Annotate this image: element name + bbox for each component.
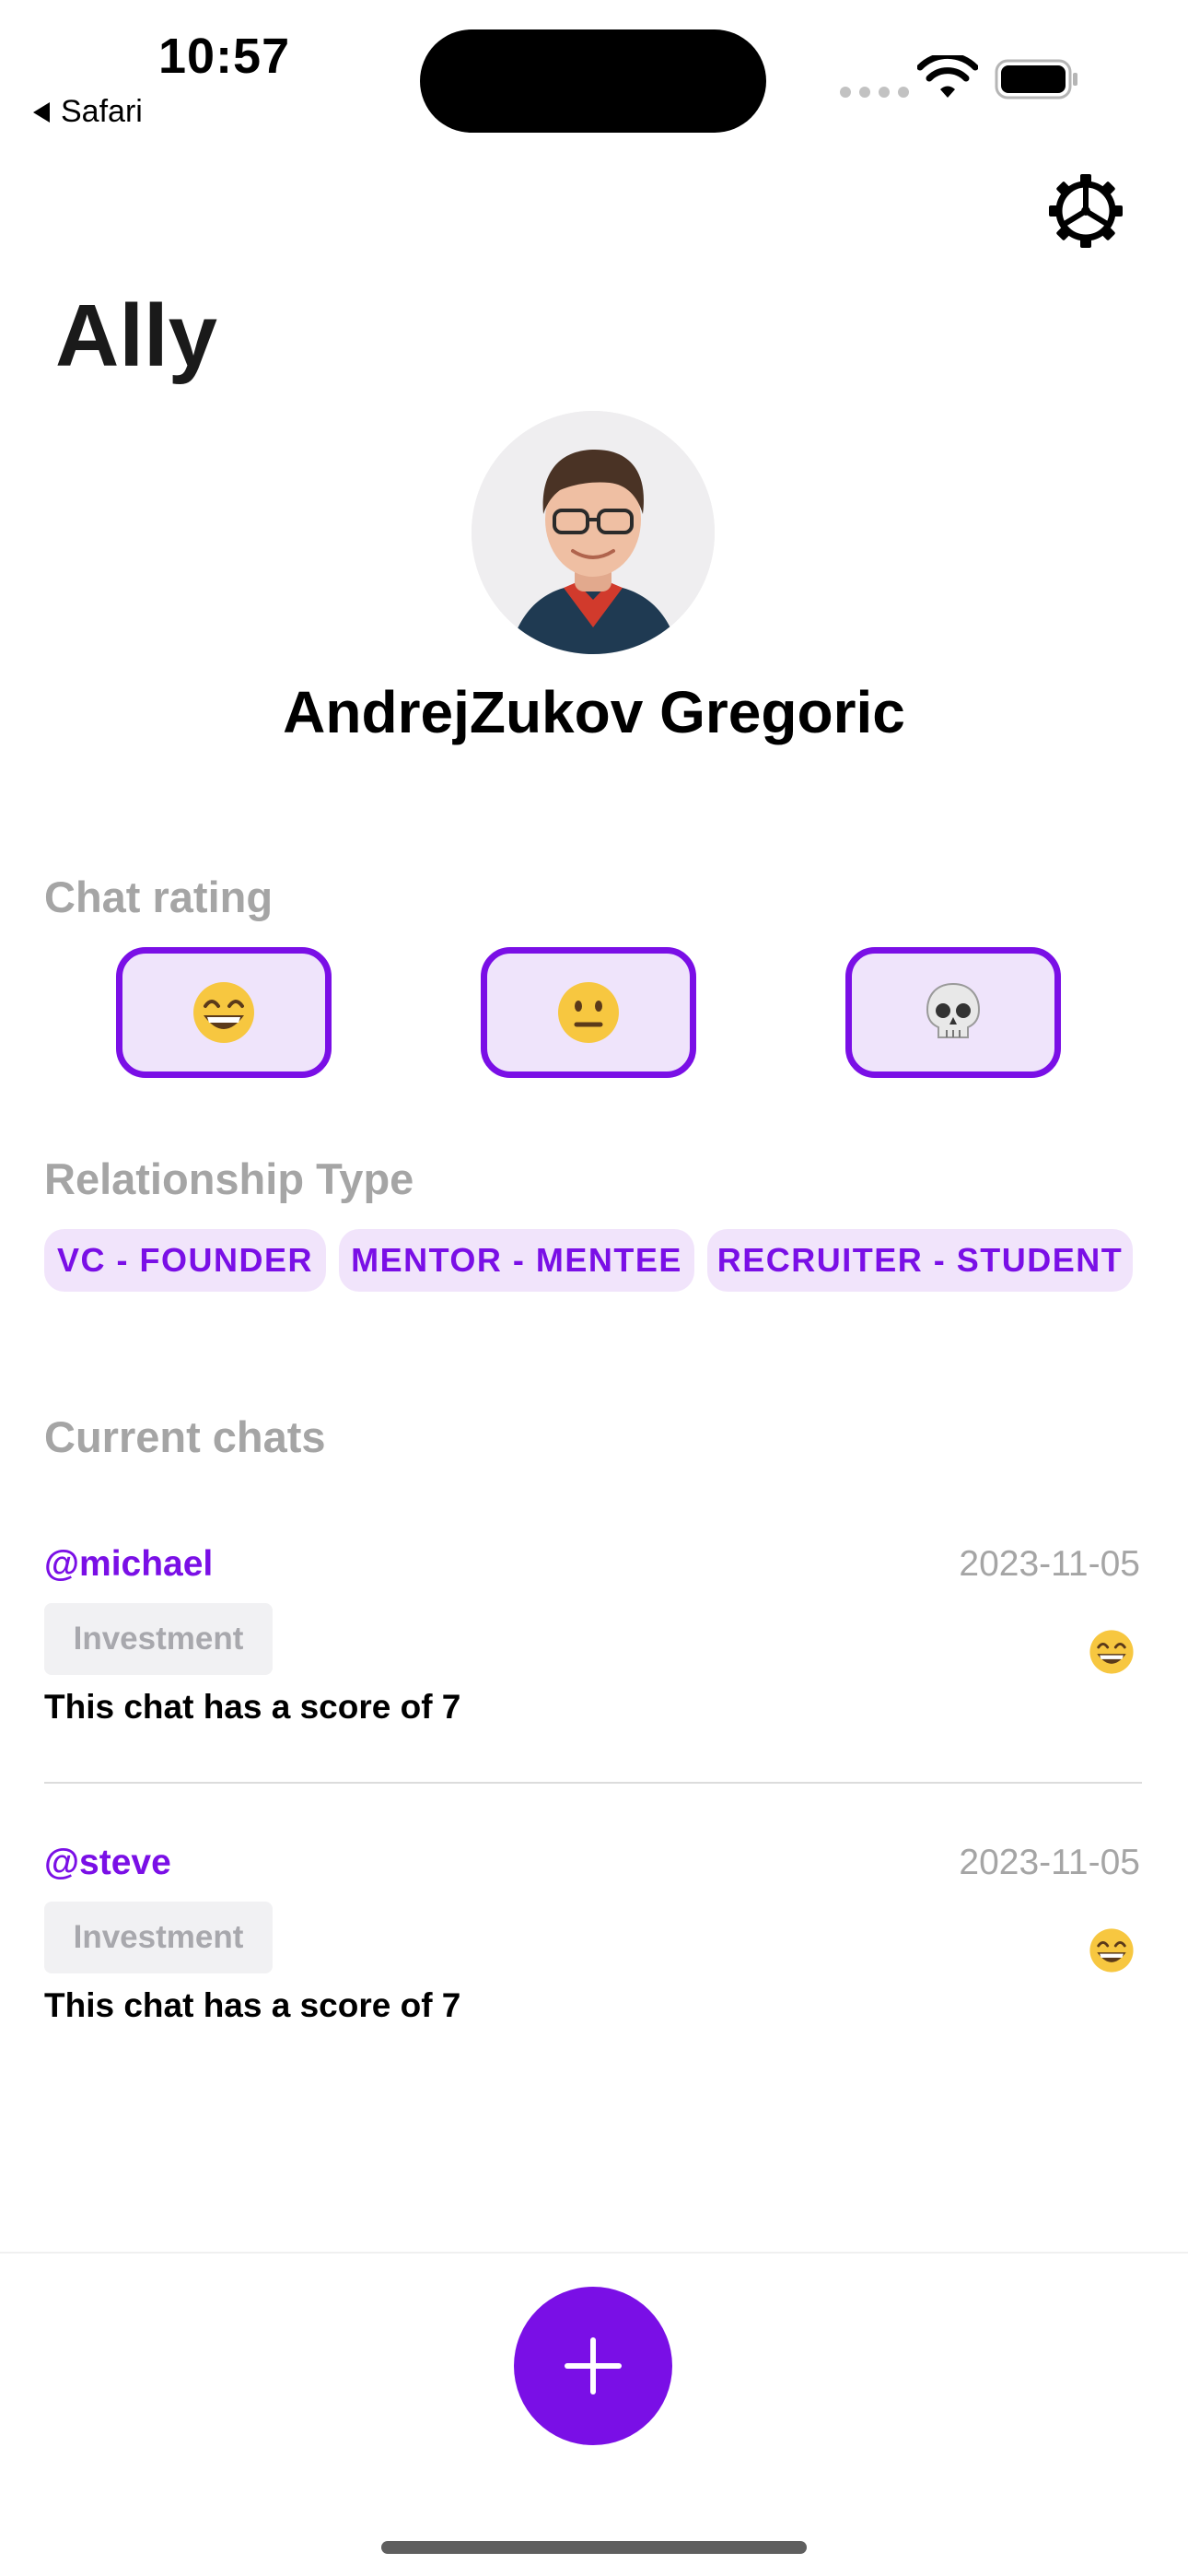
- back-to-safari-link[interactable]: Safari: [33, 94, 143, 130]
- page-title: Ally: [55, 287, 218, 385]
- chat-list-item[interactable]: @michael 2023-11-05 Investment This chat…: [44, 1544, 1140, 1738]
- plus-icon: [565, 2337, 622, 2395]
- chat-category-tag: Investment: [44, 1902, 273, 1973]
- chat-category-tag: Investment: [44, 1603, 273, 1675]
- status-time: 10:57: [158, 29, 291, 84]
- rating-neutral-button[interactable]: [481, 947, 696, 1078]
- chat-divider: [44, 1782, 1142, 1784]
- chat-rating-label: Chat rating: [44, 872, 274, 921]
- chat-date: 2023-11-05: [959, 1544, 1140, 1584]
- back-arrow-icon: [33, 101, 50, 123]
- cellular-signal-icon: [840, 87, 909, 98]
- chat-list-item[interactable]: @steve 2023-11-05 Investment This chat h…: [44, 1843, 1140, 2036]
- avatar: [472, 411, 715, 654]
- relationship-chip-mentor-mentee[interactable]: MENTOR - MENTEE: [339, 1229, 694, 1292]
- back-app-label: Safari: [61, 94, 143, 129]
- chat-date: 2023-11-05: [959, 1843, 1140, 1882]
- screen: 10:57 Safari Ally AndrejZukov Gregoric C…: [0, 0, 1188, 2576]
- battery-icon: [995, 59, 1077, 100]
- chat-score-text: This chat has a score of 7: [44, 1986, 461, 2024]
- relationship-chip-recruiter-student[interactable]: RECRUITER - STUDENT: [707, 1229, 1133, 1292]
- neutral-face-icon: [558, 982, 619, 1043]
- grinning-face-icon: [193, 982, 254, 1043]
- bottom-bar-divider: [0, 2252, 1188, 2254]
- add-chat-button[interactable]: [514, 2287, 672, 2445]
- grinning-face-icon: [1089, 1928, 1134, 1973]
- rating-skull-button[interactable]: [845, 947, 1061, 1078]
- gear-icon: [1049, 174, 1123, 248]
- rating-happy-button[interactable]: [116, 947, 332, 1078]
- dynamic-island: [420, 29, 766, 133]
- home-indicator[interactable]: [381, 2541, 807, 2554]
- relationship-chip-vc-founder[interactable]: VC - FOUNDER: [44, 1229, 326, 1292]
- chat-username: @michael: [44, 1544, 214, 1584]
- profile-name: AndrejZukov Gregoric: [283, 679, 905, 745]
- settings-button[interactable]: [1048, 173, 1124, 249]
- chat-username: @steve: [44, 1843, 171, 1882]
- chat-score-text: This chat has a score of 7: [44, 1688, 461, 1726]
- current-chats-label: Current chats: [44, 1412, 326, 1461]
- skull-icon: [926, 982, 981, 1038]
- grinning-face-icon: [1089, 1630, 1134, 1674]
- wifi-icon: [917, 55, 978, 98]
- relationship-type-label: Relationship Type: [44, 1154, 414, 1203]
